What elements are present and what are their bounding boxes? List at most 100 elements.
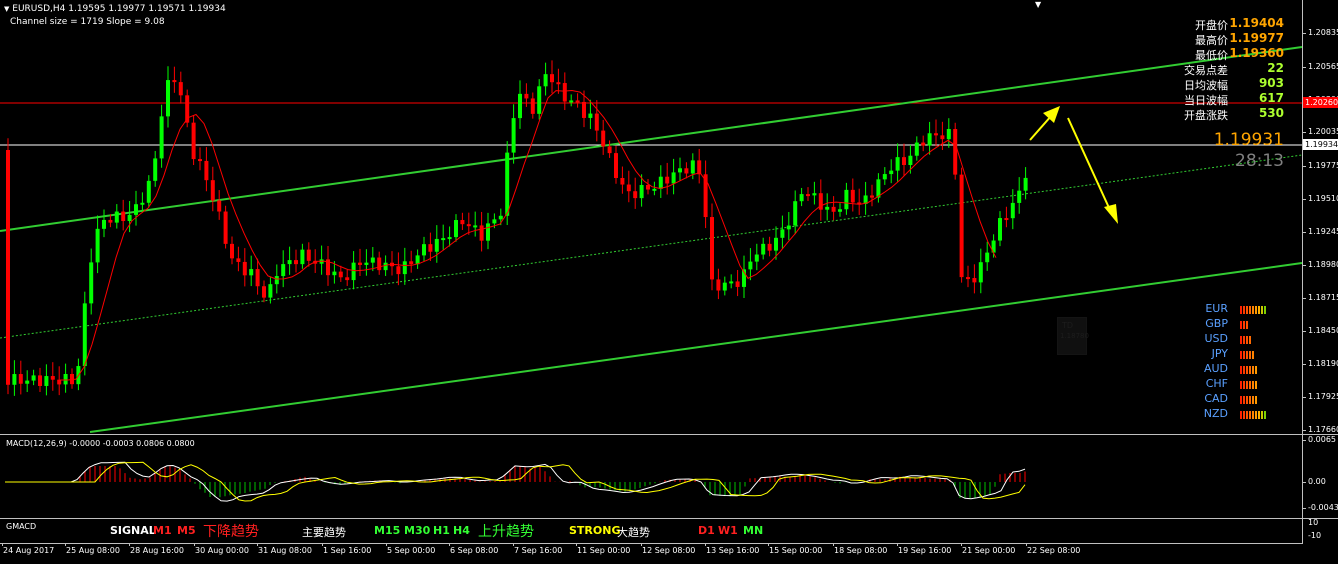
bull-candle — [895, 157, 900, 171]
time-axis-label: 6 Sep 08:00 — [450, 546, 499, 555]
time-axis-tick — [322, 543, 323, 546]
gmacd-signal-item: D1 — [698, 524, 715, 537]
currency-strength-bars — [1240, 366, 1257, 374]
time-axis-tick — [449, 543, 450, 546]
bull-candle — [102, 219, 106, 229]
strength-bar — [1243, 336, 1245, 344]
price-axis-tick — [1302, 397, 1306, 398]
bull-candle — [927, 133, 932, 146]
currency-strength-bars — [1240, 396, 1257, 404]
bear-candle — [294, 260, 298, 265]
currency-label: EUR — [1205, 302, 1228, 315]
time-axis-label: 30 Aug 00:00 — [195, 546, 249, 555]
time-axis-tick — [129, 543, 130, 546]
ghost-box-line1: TD — [1062, 321, 1074, 330]
strength-bar — [1249, 411, 1251, 419]
bear-candle — [972, 278, 977, 283]
bull-candle — [690, 160, 695, 174]
time-axis-tick — [576, 543, 577, 546]
bull-candle — [146, 180, 151, 203]
bull-candle — [908, 155, 913, 166]
price-chart[interactable] — [0, 0, 1303, 434]
time-axis-label: 18 Sep 08:00 — [834, 546, 888, 555]
bull-candle — [486, 223, 490, 241]
gmacd-axis-label: -10 — [1308, 531, 1322, 540]
bull-candle — [300, 249, 305, 265]
current-price-tag: 1.19934 — [1303, 139, 1338, 150]
info-value: 903 — [1258, 76, 1284, 90]
bear-candle — [626, 184, 631, 192]
price-axis-label: 1.18190 — [1308, 359, 1338, 368]
bull-candle — [63, 374, 68, 385]
bear-candle — [345, 277, 350, 281]
info-value: 1.19977 — [1229, 31, 1284, 45]
price-axis-tick — [1302, 132, 1306, 133]
info-value: 617 — [1258, 91, 1284, 105]
strength-bar — [1249, 351, 1251, 359]
bull-candle — [402, 261, 407, 275]
dropdown-triangle-icon[interactable]: ▼ — [4, 5, 9, 13]
bull-candle — [44, 376, 49, 386]
bull-candle — [652, 188, 657, 191]
price-chart-canvas[interactable] — [0, 0, 1303, 434]
bull-candle — [658, 176, 663, 189]
gmacd-signal-item: 大趋势 — [617, 526, 650, 539]
currency-label: CAD — [1204, 392, 1228, 405]
time-axis-label: 24 Aug 2017 — [3, 546, 55, 555]
price-axis-label: 1.20035 — [1308, 127, 1338, 136]
bull-candle — [281, 264, 286, 277]
bull-candle — [249, 269, 254, 276]
bull-candle — [159, 116, 164, 159]
bull-candle — [114, 211, 119, 223]
gmacd-signal-item: H1 — [433, 524, 450, 537]
bull-candle — [1017, 190, 1022, 203]
time-axis-label: 12 Sep 08:00 — [642, 546, 696, 555]
bear-candle — [735, 281, 740, 287]
bull-candle — [473, 225, 478, 228]
bear-candle — [806, 194, 810, 197]
strength-bar — [1240, 306, 1242, 314]
bear-candle — [562, 83, 567, 102]
price-axis-label: 1.20565 — [1308, 62, 1338, 71]
strength-bar — [1252, 396, 1254, 404]
bull-candle — [82, 303, 87, 367]
bull-candle — [492, 219, 497, 224]
strength-bar — [1246, 366, 1248, 374]
bear-candle — [831, 206, 836, 212]
currency-strength-bars — [1240, 381, 1257, 389]
chart-shift-marker-icon[interactable]: ▼ — [1035, 0, 1041, 9]
bull-candle — [127, 214, 132, 222]
bull-candle — [332, 271, 337, 276]
bear-candle — [466, 224, 471, 227]
bull-candle — [914, 142, 919, 156]
bull-candle — [383, 262, 388, 271]
strength-bar — [1255, 306, 1257, 314]
bull-candle — [166, 80, 170, 117]
bull-candle — [543, 74, 548, 87]
bear-candle — [358, 262, 362, 265]
gmacd-axis-label: 10 — [1308, 518, 1319, 527]
time-axis-label: 11 Sep 00:00 — [577, 546, 631, 555]
channel-info: Channel size = 1719 Slope = 9.08 — [10, 17, 165, 27]
bear-candle — [959, 174, 964, 278]
bull-candle — [780, 229, 785, 238]
bear-candle — [1004, 218, 1009, 221]
strength-bar — [1240, 366, 1242, 374]
currency-strength-bars — [1240, 306, 1266, 314]
bear-candle — [338, 271, 343, 278]
gmacd-signal-item: STRONG — [569, 524, 621, 537]
bull-candle — [441, 238, 446, 241]
macd-pane[interactable] — [0, 435, 1302, 518]
big-current-price: 1.19931 — [1213, 130, 1284, 150]
gmacd-signal-item: M1 — [153, 524, 172, 537]
bull-candle — [998, 218, 1002, 241]
time-axis-label: 5 Sep 00:00 — [387, 546, 436, 555]
strength-bar — [1240, 321, 1242, 329]
strength-bar — [1246, 321, 1248, 329]
bear-candle — [530, 98, 535, 114]
bull-candle — [25, 380, 30, 384]
bull-candle — [985, 252, 990, 263]
macd-canvas[interactable] — [0, 435, 1302, 518]
time-axis-tick — [2, 543, 3, 546]
bull-candle — [498, 215, 503, 220]
